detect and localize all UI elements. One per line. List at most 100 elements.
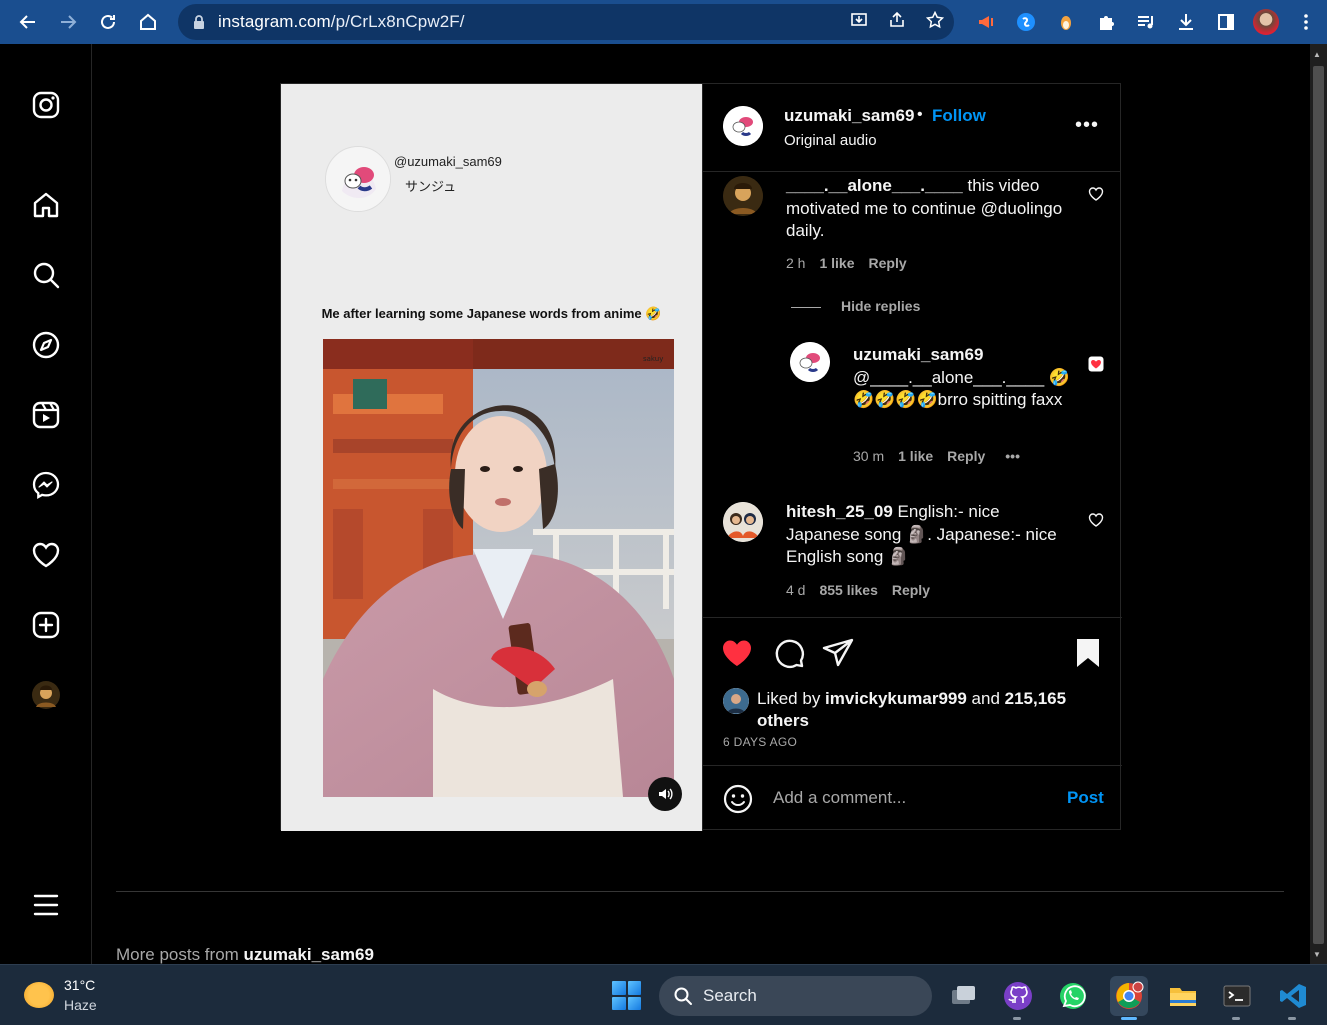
extension-megaphone-icon[interactable] xyxy=(966,0,1006,44)
add-comment-bar: Post xyxy=(703,766,1122,830)
address-bar[interactable]: instagram.com/p/CrLx8nCpw2F/ xyxy=(178,4,954,40)
comment-likes[interactable]: 1 like xyxy=(819,255,854,271)
forward-icon[interactable] xyxy=(48,0,88,44)
weather-condition[interactable]: Haze xyxy=(64,997,97,1013)
emoji-icon[interactable] xyxy=(723,784,753,814)
reply-likes[interactable]: 1 like xyxy=(898,448,933,464)
terminal-icon[interactable] xyxy=(1220,979,1254,1013)
search-label: Search xyxy=(703,986,757,1005)
author-avatar[interactable] xyxy=(723,106,763,146)
author-username[interactable]: uzumaki_sam69 xyxy=(784,106,914,126)
audio-toggle-button[interactable] xyxy=(648,777,682,811)
scroll-down-arrow-icon[interactable]: ▼ xyxy=(1313,950,1321,959)
search-icon xyxy=(674,987,692,1005)
section-divider xyxy=(116,891,1284,892)
reply-author-avatar[interactable] xyxy=(790,342,830,382)
reply-reply-button[interactable]: Reply xyxy=(947,448,985,464)
notifications-heart-icon[interactable] xyxy=(28,537,64,573)
separator-dot: • xyxy=(917,106,923,123)
messenger-icon[interactable] xyxy=(28,467,64,503)
comment2-likes[interactable]: 855 likes xyxy=(819,582,877,598)
task-view-icon[interactable] xyxy=(946,979,980,1013)
extension-orange-icon[interactable] xyxy=(1046,0,1086,44)
weather-haze-icon[interactable] xyxy=(24,982,54,1008)
file-explorer-icon[interactable] xyxy=(1166,979,1200,1013)
reply-options-icon[interactable]: ••• xyxy=(1005,448,1020,464)
hide-replies-line xyxy=(791,307,821,308)
extensions-puzzle-icon[interactable] xyxy=(1086,0,1126,44)
taskbar-search[interactable]: Search xyxy=(659,976,932,1016)
vscode-icon[interactable] xyxy=(1276,979,1310,1013)
reply-liked-icon[interactable] xyxy=(1088,356,1104,372)
post-options-icon[interactable]: ••• xyxy=(1075,114,1099,137)
downloads-icon[interactable] xyxy=(1166,0,1206,44)
post-actions: Liked by imvickykumar999 and 215,165 oth… xyxy=(703,618,1122,766)
comment-time: 2 h xyxy=(786,255,806,271)
more-menu-icon[interactable] xyxy=(28,887,64,923)
save-bookmark-icon[interactable] xyxy=(1071,636,1105,670)
reply-time: 30 m xyxy=(853,448,885,464)
post-comment-button[interactable]: Post xyxy=(1067,788,1104,808)
instagram-logo-icon[interactable] xyxy=(28,87,64,123)
reply-username[interactable]: uzumaki_sam69 xyxy=(853,345,983,364)
reply-button[interactable]: Reply xyxy=(869,255,907,271)
comment-input[interactable] xyxy=(773,788,1053,808)
search-nav-icon[interactable] xyxy=(28,257,64,293)
share-send-icon[interactable] xyxy=(821,636,855,670)
profile-avatar-nav[interactable] xyxy=(28,677,64,713)
create-post-icon[interactable] xyxy=(28,607,64,643)
reply-text: uzumaki_sam69 @____.__alone___.____ 🤣🤣🤣🤣🤣… xyxy=(853,345,1071,409)
comment-like-icon[interactable] xyxy=(1088,186,1104,202)
url-text: instagram.com/p/CrLx8nCpw2F/ xyxy=(218,12,465,31)
commenter2-avatar[interactable] xyxy=(723,502,763,542)
home-icon[interactable] xyxy=(128,0,168,44)
extension-shazam-icon[interactable] xyxy=(1006,0,1046,44)
tiktok-avatar xyxy=(325,146,391,212)
chrome-icon[interactable] xyxy=(1110,976,1148,1016)
video-player[interactable]: sakuy xyxy=(323,339,674,797)
comment-username[interactable]: ____.__alone___.____ xyxy=(786,176,963,195)
windows-taskbar: 31°C Haze Search xyxy=(0,964,1327,1025)
comment2-meta: 4 d 855 likes Reply xyxy=(786,582,930,598)
scroll-up-arrow-icon[interactable]: ▲ xyxy=(1313,50,1321,59)
reels-icon[interactable] xyxy=(28,397,64,433)
profile-avatar[interactable] xyxy=(1246,0,1286,44)
hide-replies-button[interactable]: Hide replies xyxy=(841,298,920,314)
back-icon[interactable] xyxy=(8,0,48,44)
explore-compass-icon[interactable] xyxy=(28,327,64,363)
comment-meta: 2 h 1 like Reply xyxy=(786,255,907,271)
windows-start-icon[interactable] xyxy=(612,981,641,1010)
post-media: @uzumaki_sam69 サンジュ Me after learning so… xyxy=(281,84,702,831)
comment2-reply-button[interactable]: Reply xyxy=(892,582,930,598)
reload-icon[interactable] xyxy=(88,0,128,44)
scrollbar-thumb[interactable] xyxy=(1313,66,1324,944)
bookmark-star-icon[interactable] xyxy=(925,10,945,34)
comment2-time: 4 d xyxy=(786,582,806,598)
home-nav-icon[interactable] xyxy=(28,187,64,223)
audio-link[interactable]: Original audio xyxy=(784,132,877,149)
tiktok-display-name: サンジュ xyxy=(405,179,457,194)
comment2-like-icon[interactable] xyxy=(1088,512,1104,528)
like-heart-icon[interactable] xyxy=(720,636,754,670)
instagram-sidebar xyxy=(0,44,92,964)
more-posts-user-link[interactable]: uzumaki_sam69 xyxy=(244,945,374,964)
github-desktop-icon[interactable] xyxy=(1001,979,1035,1013)
whatsapp-icon[interactable] xyxy=(1056,979,1090,1013)
reply-meta: 30 m 1 like Reply ••• xyxy=(853,448,1020,464)
liker-avatar[interactable] xyxy=(723,688,749,714)
comment2-username[interactable]: hitesh_25_09 xyxy=(786,502,893,521)
share-icon[interactable] xyxy=(888,11,906,34)
browser-toolbar: instagram.com/p/CrLx8nCpw2F/ xyxy=(0,0,1327,44)
liked-by-user[interactable]: imvickykumar999 xyxy=(825,689,967,708)
comment-bubble-icon[interactable] xyxy=(772,636,806,670)
commenter-avatar[interactable] xyxy=(723,176,763,216)
menu-kebab-icon[interactable] xyxy=(1286,0,1326,44)
more-posts-heading: More posts from uzumaki_sam69 xyxy=(116,945,374,964)
media-controls-icon[interactable] xyxy=(1126,0,1166,44)
weather-temperature[interactable]: 31°C xyxy=(64,977,95,993)
side-panel-icon[interactable] xyxy=(1206,0,1246,44)
post-timestamp[interactable]: 6 DAYS AGO xyxy=(723,735,797,749)
follow-button[interactable]: Follow xyxy=(932,106,986,126)
comments-list: ____.__alone___.____ this video motivate… xyxy=(703,172,1122,618)
install-icon[interactable] xyxy=(850,11,868,34)
